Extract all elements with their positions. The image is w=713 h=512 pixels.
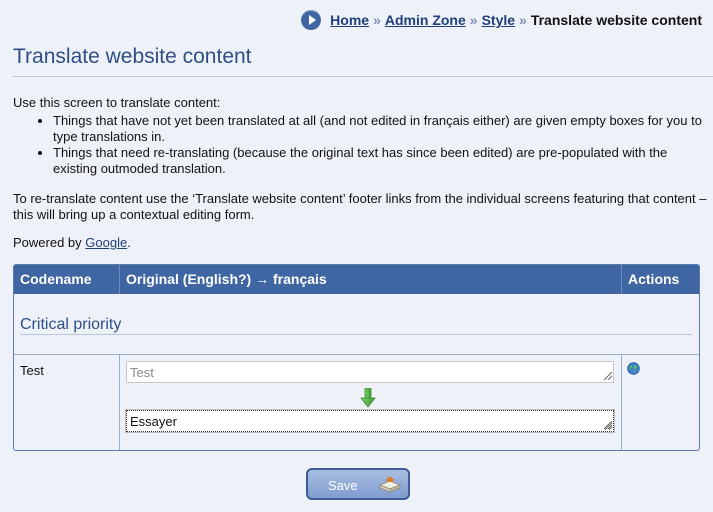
header-actions: Actions [621,265,699,294]
header-codename: Codename [20,271,92,287]
globe-icon[interactable] [627,362,640,375]
breadcrumb-separator: » [373,12,381,28]
save-button[interactable]: Save [306,468,410,500]
page: Home » Admin Zone » Style » Translate we… [0,0,713,512]
powered-by-suffix: . [127,235,131,250]
intro-lead: Use this screen to translate content: [13,95,221,110]
priority-section-divider [20,334,693,335]
column-divider [119,355,120,450]
intro-bullet: Things that have not yet been translated… [53,113,703,145]
breadcrumb-arrow-icon [301,10,322,30]
breadcrumb-separator: » [519,12,527,28]
resize-grip-icon[interactable] [604,372,612,380]
breadcrumb-separator: » [469,12,478,28]
save-disk-icon [378,477,402,493]
header-original: Original (English?) → français [119,265,621,294]
breadcrumb: Home » Admin Zone » Style » Translate we… [301,9,702,31]
row-codename: Test [20,363,44,378]
table-header: Codename Original (English?) → français … [14,265,699,294]
column-divider [621,355,622,450]
translation-text-field[interactable]: Essayer [125,409,615,433]
intro-text: Use this screen to translate content: Th… [13,95,703,177]
google-link[interactable]: Google [85,235,127,250]
title-divider [13,76,713,77]
powered-by-prefix: Powered by [13,235,86,250]
breadcrumb-link-home[interactable]: Home [330,12,369,28]
priority-section-row: Critical priority [14,294,699,355]
priority-section-title: Critical priority [20,316,122,333]
intro-bullet: Things that need re-translating (because… [53,145,703,177]
arrow-down-icon [360,388,376,408]
save-button-label: Save [328,478,358,493]
intro-bullet-list: Things that have not yet been translated… [13,113,703,177]
powered-by-text: Powered by Google. [13,235,131,250]
table-row: Test Test Essayer [14,355,699,450]
breadcrumb-current: Translate website content [530,12,702,28]
retranslate-paragraph: To re-translate content use the ‘Transla… [13,191,707,222]
resize-grip-icon[interactable] [604,421,612,429]
breadcrumb-link-style[interactable]: Style [482,12,515,28]
translation-table: Codename Original (English?) → français … [13,264,700,451]
page-title: Translate website content [13,45,252,68]
breadcrumb-link-admin-zone[interactable]: Admin Zone [385,12,466,28]
original-text-field[interactable]: Test [126,361,614,383]
